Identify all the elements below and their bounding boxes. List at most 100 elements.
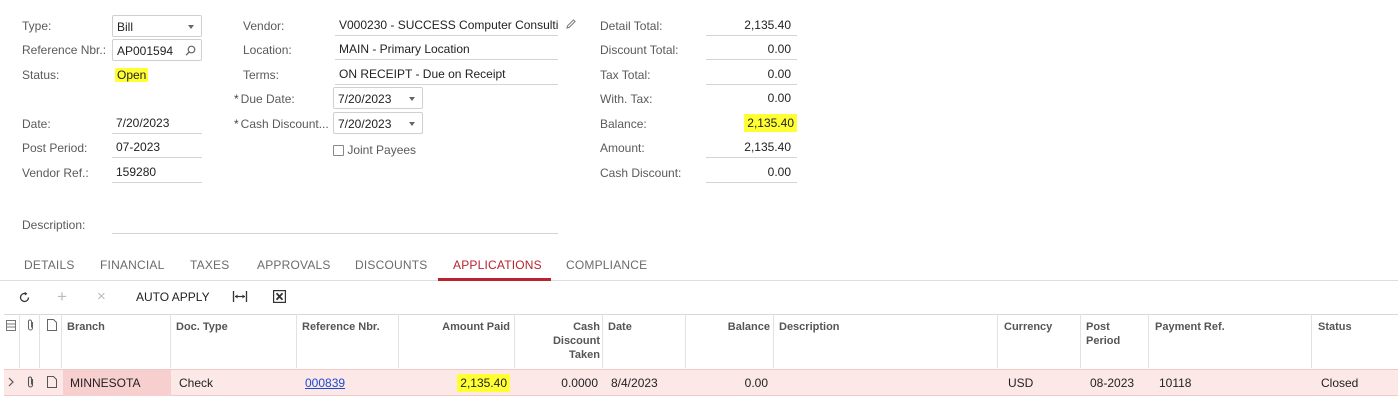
auto-apply-button[interactable]: AUTO APPLY <box>136 288 210 306</box>
header-line: Period <box>1086 335 1121 347</box>
col-sep <box>296 314 297 368</box>
delete-icon[interactable]: × <box>97 288 106 306</box>
cell-reference-nbr-link[interactable]: 000839 <box>305 376 345 390</box>
with-tax-value: 0.00 <box>767 91 791 105</box>
attachment-icon[interactable] <box>26 376 35 388</box>
tab-approvals[interactable]: APPROVALS <box>257 256 331 274</box>
column-header-doc-type[interactable]: Doc. Type <box>176 320 228 334</box>
column-header-branch[interactable]: Branch <box>67 320 105 334</box>
col-sep <box>997 314 998 368</box>
header-line: Cash <box>573 321 600 333</box>
discount-total-field: 0.00 <box>706 38 797 60</box>
reference-nbr-value: AP001594 <box>117 44 174 58</box>
note-column-icon <box>47 319 57 331</box>
note-icon[interactable] <box>47 376 57 388</box>
with-tax-field: 0.00 <box>706 87 797 109</box>
amount-field[interactable]: 2,135.40 <box>706 136 797 158</box>
chevron-down-icon <box>409 97 415 101</box>
description-field[interactable] <box>112 212 558 234</box>
joint-payees-checkbox[interactable]: Joint Payees <box>333 143 416 157</box>
column-header-post-period[interactable]: Post Period <box>1086 320 1120 348</box>
attachment-column-icon <box>28 319 33 331</box>
grid-top-border <box>4 314 1398 315</box>
vendor-field[interactable]: V000230 - SUCCESS Computer Consulti <box>335 14 558 36</box>
cell-date[interactable]: 8/4/2023 <box>611 376 658 390</box>
column-header-cash-discount-taken[interactable]: Cash Discount Taken <box>518 320 600 362</box>
col-sep <box>61 314 62 368</box>
search-icon[interactable] <box>185 45 196 56</box>
amount-value: 2,135.40 <box>744 140 791 154</box>
refresh-icon[interactable] <box>18 291 31 304</box>
vendor-ref-label: Vendor Ref.: <box>22 166 89 180</box>
type-select[interactable]: Bill <box>112 15 202 37</box>
required-marker: * <box>234 92 239 106</box>
cash-discount-date-label-text: Cash Discount... <box>240 117 329 131</box>
column-header-status[interactable]: Status <box>1318 320 1352 334</box>
location-field[interactable]: MAIN - Primary Location <box>335 38 558 60</box>
reference-nbr-field[interactable]: AP001594 <box>112 39 202 61</box>
col-sep <box>685 314 686 368</box>
cash-discount-field[interactable]: 0.00 <box>706 161 797 183</box>
date-field[interactable]: 7/20/2023 <box>112 112 202 134</box>
checkbox-box[interactable] <box>333 145 344 156</box>
vendor-value: V000230 - SUCCESS Computer Consulti <box>339 18 558 32</box>
column-header-payment-ref[interactable]: Payment Ref. <box>1155 320 1225 334</box>
excel-export-icon[interactable] <box>273 290 286 303</box>
terms-label: Terms: <box>243 68 279 82</box>
post-period-label: Post Period: <box>22 141 88 155</box>
terms-field[interactable]: ON RECEIPT - Due on Receipt <box>335 63 558 85</box>
column-header-reference-nbr[interactable]: Reference Nbr. <box>302 320 380 334</box>
cell-amount-paid[interactable]: 2,135.40 <box>404 374 510 392</box>
due-date-label: * Due Date: <box>234 92 295 106</box>
tab-financial[interactable]: FINANCIAL <box>100 256 164 274</box>
detail-total-label: Detail Total: <box>600 19 663 33</box>
cell-doc-type[interactable]: Check <box>179 376 213 390</box>
date-value: 7/20/2023 <box>116 116 170 130</box>
discount-total-value: 0.00 <box>767 42 791 56</box>
column-header-currency[interactable]: Currency <box>1004 320 1052 334</box>
cell-status[interactable]: Closed <box>1321 376 1358 390</box>
col-sep <box>39 314 40 368</box>
column-header-date[interactable]: Date <box>608 320 632 334</box>
chevron-down-icon <box>409 122 415 126</box>
detail-total-value: 2,135.40 <box>744 18 791 32</box>
cell-post-period[interactable]: 08-2023 <box>1090 376 1134 390</box>
due-date-picker[interactable]: 7/20/2023 <box>333 87 423 109</box>
tab-details[interactable]: DETAILS <box>24 256 75 274</box>
column-header-balance[interactable]: Balance <box>690 320 770 334</box>
reference-nbr-label: Reference Nbr.: <box>22 43 107 57</box>
detail-total-field: 2,135.40 <box>706 14 797 36</box>
col-sep <box>1311 314 1312 368</box>
vendor-ref-field[interactable]: 159280 <box>112 161 202 183</box>
discount-total-label: Discount Total: <box>600 43 679 57</box>
column-header-description[interactable]: Description <box>779 320 840 334</box>
cell-branch[interactable]: MINNESOTA <box>70 376 140 390</box>
column-header-amount-paid[interactable]: Amount Paid <box>404 320 510 334</box>
tab-discounts[interactable]: DISCOUNTS <box>355 256 427 274</box>
balance-value: 2,135.40 <box>744 114 797 132</box>
status-label: Status: <box>22 68 60 82</box>
description-label: Description: <box>22 218 86 232</box>
cell-currency[interactable]: USD <box>1008 376 1033 390</box>
tab-compliance[interactable]: COMPLIANCE <box>566 256 647 274</box>
cash-discount-date-picker[interactable]: 7/20/2023 <box>333 112 423 134</box>
cell-balance[interactable]: 0.00 <box>690 376 768 390</box>
cell-payment-ref[interactable]: 10118 <box>1159 376 1191 390</box>
vendor-label: Vendor: <box>243 19 285 33</box>
with-tax-label: With. Tax: <box>600 92 653 106</box>
cell-cash-discount-taken[interactable]: 0.0000 <box>518 376 598 390</box>
chevron-down-icon <box>188 25 194 29</box>
terms-value: ON RECEIPT - Due on Receipt <box>339 67 506 81</box>
add-icon[interactable]: + <box>57 288 67 306</box>
edit-icon[interactable] <box>565 18 577 30</box>
tab-applications[interactable]: APPLICATIONS <box>453 256 542 274</box>
chevron-right-icon[interactable] <box>8 377 14 387</box>
tab-taxes[interactable]: TAXES <box>190 256 229 274</box>
location-label: Location: <box>243 43 292 57</box>
vendor-ref-value: 159280 <box>116 165 157 179</box>
post-period-field[interactable]: 07-2023 <box>112 136 202 158</box>
fit-columns-icon[interactable] <box>232 290 248 303</box>
due-date-value: 7/20/2023 <box>338 92 392 106</box>
balance-field: 2,135.40 <box>706 112 803 134</box>
cash-discount-date-value: 7/20/2023 <box>338 117 392 131</box>
